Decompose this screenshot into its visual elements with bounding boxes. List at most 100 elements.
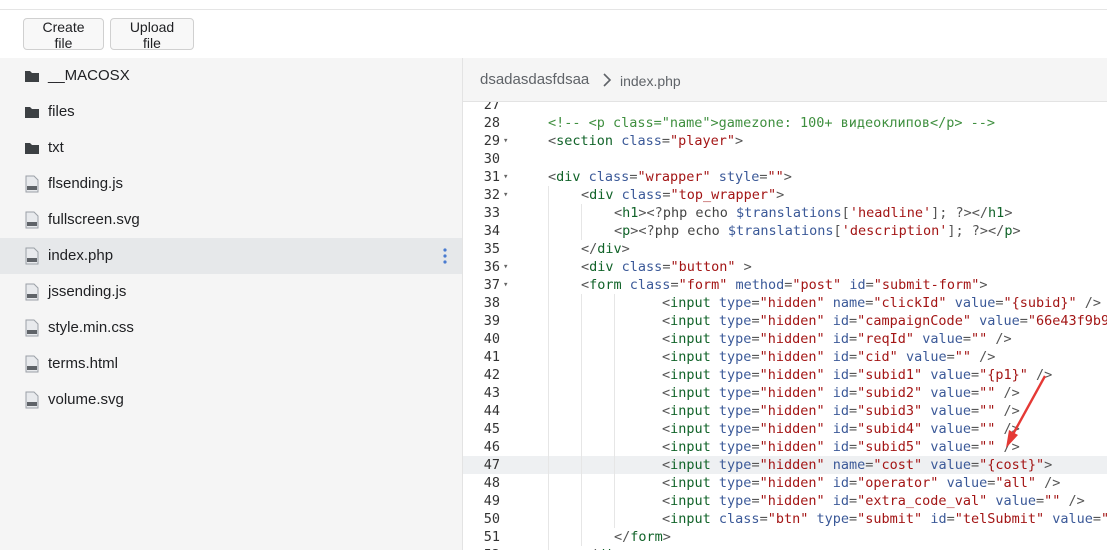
file-name: txt (48, 139, 64, 156)
folder-item[interactable]: txt (0, 130, 462, 166)
indent-guide (614, 456, 615, 474)
file-name: style.min.css (48, 319, 134, 336)
breadcrumb-root[interactable]: dsadasdasfdsaa (480, 71, 589, 88)
code-line: 33 <h1><?php echo $translations['headline… (463, 204, 1107, 222)
folder-item[interactable]: files (0, 94, 462, 130)
indent-guide (548, 384, 549, 402)
top-strip (0, 0, 1107, 10)
file-item[interactable]: flsending.js (0, 166, 462, 202)
file-item[interactable]: index.php (0, 238, 462, 274)
indent-guide (548, 294, 549, 312)
code-line: 34 <p><?php echo $translations['descripti… (463, 222, 1107, 240)
indent-guide (581, 222, 582, 240)
indent-guide (581, 420, 582, 438)
code-line: 50 <input class="btn" type="submit" id="t… (463, 510, 1107, 528)
fold-toggle-icon[interactable]: ▾ (503, 186, 511, 204)
indent-guide (614, 474, 615, 492)
code-text: <input class="btn" type="submit" id="tel… (662, 511, 1107, 527)
file-item[interactable]: style.min.css (0, 310, 462, 346)
indent-guide (548, 330, 549, 348)
indent-guide (581, 456, 582, 474)
file-item[interactable]: terms.html (0, 346, 462, 382)
fold-toggle-icon[interactable]: ▾ (503, 168, 511, 186)
file-icon (24, 391, 40, 409)
code-text: <input type="hidden" name="clickId" valu… (662, 295, 1102, 311)
code-text: <input type="hidden" id="subid4" value="… (662, 421, 1020, 437)
indent-guide (581, 294, 582, 312)
indent-guide (614, 330, 615, 348)
folder-item[interactable]: __MACOSX (0, 58, 462, 94)
indent-guide (548, 510, 549, 528)
indent-guide (548, 528, 549, 546)
line-number: 28 (483, 115, 500, 131)
code-text: <h1><?php echo $translations['headline']… (614, 205, 1013, 221)
indent-guide (548, 492, 549, 510)
file-icon (24, 175, 40, 193)
file-name: flsending.js (48, 175, 124, 192)
code-text: <section class="player"> (548, 133, 744, 149)
line-number: 43 (483, 385, 500, 401)
indent-guide (581, 384, 582, 402)
code-line: 48 <input type="hidden" id="operator" val… (463, 474, 1107, 492)
code-editor: dsadasdasfdsaa index.php 27 28 <!-- <p cla… (463, 58, 1107, 550)
line-number: 30 (483, 151, 500, 167)
code-line: 40 <input type="hidden" id="reqId" value=… (463, 330, 1107, 348)
code-text: <input type="hidden" id="subid3" value="… (662, 403, 1020, 419)
indent-guide (581, 348, 582, 366)
line-number: 52 (463, 546, 500, 550)
file-item[interactable]: fullscreen.svg (0, 202, 462, 238)
file-name: index.php (48, 247, 114, 264)
line-number: 37 (483, 277, 500, 293)
code-area[interactable]: 27 28 <!-- <p class="name">gamezone: 100+ … (463, 102, 1107, 550)
file-item[interactable]: volume.svg (0, 382, 462, 418)
indent-guide (548, 420, 549, 438)
code-text: <form class="form" method="post" id="sub… (581, 277, 988, 293)
indent-guide (581, 510, 582, 528)
upload-file-button[interactable]: Upload file (110, 18, 194, 51)
code-text: <!-- <p class="name">gamezone: 100+ виде… (548, 115, 996, 131)
code-line: 38 <input type="hidden" name="clickId" va… (463, 294, 1107, 312)
indent-guide (548, 186, 549, 204)
file-name: jssending.js (48, 283, 127, 300)
file-item[interactable]: jssending.js (0, 274, 462, 310)
code-line: 37 ▾ <form class="form" method="post" id="… (463, 276, 1107, 294)
code-text: <input type="hidden" name="cost" value="… (662, 457, 1053, 473)
indent-guide (548, 276, 549, 294)
fold-toggle-icon[interactable]: ▾ (503, 132, 511, 150)
indent-guide (614, 402, 615, 420)
indent-guide (614, 366, 615, 384)
code-line: 47 <input type="hidden" name="cost" value… (463, 456, 1107, 474)
indent-guide (581, 402, 582, 420)
line-number: 46 (483, 439, 500, 455)
fold-toggle-icon[interactable]: ▾ (503, 258, 511, 276)
file-icon (24, 283, 40, 301)
line-number: 39 (483, 313, 500, 329)
indent-guide (614, 492, 615, 510)
more-options-icon[interactable] (438, 247, 452, 265)
indent-guide (614, 384, 615, 402)
fold-toggle-icon[interactable]: ▾ (503, 276, 511, 294)
line-number: 42 (483, 367, 500, 383)
code-line: 27 (463, 102, 1107, 114)
line-number: 31 (483, 169, 500, 185)
code-line: 30 (463, 150, 1107, 168)
indent-guide (581, 474, 582, 492)
indent-guide (614, 420, 615, 438)
line-number: 41 (483, 349, 500, 365)
chevron-right-icon (603, 73, 612, 87)
indent-guide (581, 312, 582, 330)
file-icon (24, 247, 40, 265)
indent-guide (548, 222, 549, 240)
code-text: <input type="hidden" id="campaignCode" v… (662, 313, 1107, 329)
code-line: 52 </div> (463, 546, 1107, 550)
indent-guide (548, 474, 549, 492)
create-file-button[interactable]: Create file (23, 18, 104, 51)
code-text: <input type="hidden" id="subid2" value="… (662, 385, 1020, 401)
breadcrumb: dsadasdasfdsaa index.php (463, 58, 1107, 102)
folder-icon (24, 67, 40, 85)
file-name: volume.svg (48, 391, 124, 408)
file-icon (24, 319, 40, 337)
annotation-arrow-icon (1006, 375, 1047, 448)
file-icon (24, 211, 40, 229)
code-text: <input type="hidden" id="extra_code_val"… (662, 493, 1085, 509)
